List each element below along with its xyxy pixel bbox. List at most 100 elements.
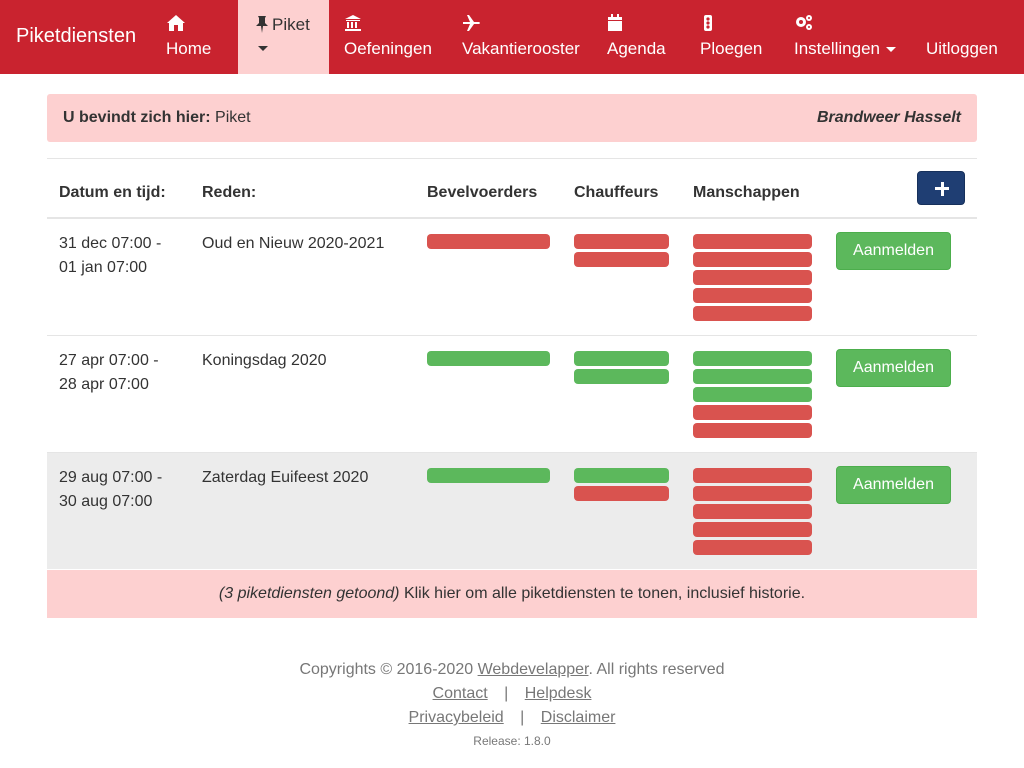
staff-slot-red [693,252,812,267]
nav-ploegen[interactable]: Ploegen [700,0,764,74]
header-bevelvoerders: Bevelvoerders [427,184,538,201]
aanmelden-button[interactable]: Aanmelden [836,232,951,270]
staff-slot-red [693,504,812,519]
helpdesk-link[interactable]: Helpdesk [525,685,592,702]
staff-slot-red [693,540,812,555]
staff-slot-red [427,234,550,249]
nav-vakantierooster[interactable]: Vakantierooster [462,0,582,74]
table-row: 27 apr 07:00 - 28 apr 07:00 Koningsdag 2… [47,335,977,452]
footer: Copyrights © 2016-2020 Webdevelapper. Al… [0,660,1024,748]
staff-slot-green [574,369,669,384]
divider [47,158,977,159]
staff-slot-red [693,423,812,438]
row-reason: Oud en Nieuw 2020-2021 [202,235,385,252]
traffic-light-icon [704,15,712,31]
add-piket-button[interactable] [917,171,965,205]
brand-title[interactable]: Piketdiensten [16,25,136,48]
staff-slot-green [427,468,550,483]
staff-slot-green [693,387,812,402]
header-reason: Reden: [202,184,257,201]
calendar-icon [608,14,622,31]
nav-agenda-label: Agenda [607,39,666,58]
nav-vakantierooster-label: Vakantierooster [462,39,580,58]
breadcrumb-current: Piket [215,109,251,126]
show-all-text: Klik hier om alle piketdiensten te tonen… [403,585,806,602]
nav-instellingen[interactable]: Instellingen [794,0,898,74]
nav-home[interactable]: Home [166,0,226,74]
footer-links-row-1: Contact | Helpdesk [0,684,1024,708]
row-date-start: 29 aug 07:00 - [59,469,163,486]
row-date-end: 30 aug 07:00 [59,493,153,510]
staff-slot-red [574,234,669,249]
nav-oefeningen[interactable]: Oefeningen [344,0,434,74]
nav-piket-label: Piket [272,15,310,34]
row-date: 27 apr 07:00 - 28 apr 07:00 [59,349,159,397]
staff-slot-green [574,351,669,366]
chauffeurs-status [574,351,669,387]
header-date: Datum en tijd: [59,184,166,201]
breadcrumb: U bevindt zich hier: Piket Brandweer Has… [47,94,977,142]
row-reason: Zaterdag Euifeest 2020 [202,469,369,486]
chauffeurs-status [574,468,669,504]
bevelvoerders-status [427,234,550,252]
staff-slot-red [693,270,812,285]
privacybeleid-link[interactable]: Privacybeleid [409,709,504,726]
table-row: 29 aug 07:00 - 30 aug 07:00 Zaterdag Eui… [47,452,977,569]
manschappen-status [693,234,812,324]
staff-slot-green [574,468,669,483]
contact-link[interactable]: Contact [433,685,488,702]
copyright-suffix: . All rights reserved [588,661,725,678]
staff-slot-red [693,468,812,483]
table-row: 31 dec 07:00 - 01 jan 07:00 Oud en Nieuw… [47,218,977,335]
staff-slot-green [427,351,550,366]
home-icon [167,15,185,31]
separator: | [504,685,509,702]
nav-ploegen-label: Ploegen [700,39,763,58]
shown-count: (3 piketdiensten getoond) [218,585,400,602]
row-date-end: 01 jan 07:00 [59,259,148,276]
disclaimer-link[interactable]: Disclaimer [541,709,616,726]
row-date: 29 aug 07:00 - 30 aug 07:00 [59,466,162,514]
breadcrumb-prefix: U bevindt zich hier: [63,109,211,126]
staff-slot-red [574,486,669,501]
organisation-name: Brandweer Hasselt [816,109,961,126]
manschappen-status [693,351,812,441]
nav-agenda[interactable]: Agenda [607,0,671,74]
staff-slot-red [693,306,812,321]
row-reason: Koningsdag 2020 [202,352,327,369]
show-all-link[interactable]: (3 piketdiensten getoond) Klik hier om a… [47,570,977,618]
header-chauffeurs: Chauffeurs [574,184,659,201]
navbar: Piketdiensten Home Piket Oefeningen Vaka… [0,0,1024,74]
nav-uitloggen[interactable]: Uitloggen [926,0,1006,74]
row-date-start: 27 apr 07:00 - [59,352,159,369]
staff-slot-red [693,522,812,537]
nav-home-label: Home [166,39,212,58]
footer-links-row-2: Privacybeleid | Disclaimer [0,708,1024,732]
chevron-down-icon [886,47,897,53]
bevelvoerders-status [427,351,550,369]
copyright-prefix: Copyrights © 2016-2020 [299,661,474,678]
nav-piket[interactable]: Piket [238,0,329,74]
staff-slot-red [693,405,812,420]
staff-slot-green [693,369,812,384]
manschappen-status [693,468,812,558]
bevelvoerders-status [427,468,550,486]
nav-instellingen-text: Instellingen [794,39,881,58]
bank-icon [345,15,361,31]
staff-slot-green [693,351,812,366]
nav-instellingen-label: Instellingen [794,39,897,59]
staff-slot-red [693,288,812,303]
company-link[interactable]: Webdevelapper [478,661,589,678]
staff-slot-red [574,252,669,267]
release-version: Release: 1.8.0 [473,734,551,748]
row-date-end: 28 apr 07:00 [59,376,149,393]
aanmelden-button[interactable]: Aanmelden [836,466,951,504]
staff-slot-red [693,486,812,501]
staff-slot-red [693,234,812,249]
row-date-start: 31 dec 07:00 - [59,235,162,252]
chevron-down-icon [258,46,268,51]
aanmelden-button[interactable]: Aanmelden [836,349,951,387]
pin-icon [256,16,268,33]
nav-oefeningen-label: Oefeningen [344,39,432,58]
row-date: 31 dec 07:00 - 01 jan 07:00 [59,232,161,280]
